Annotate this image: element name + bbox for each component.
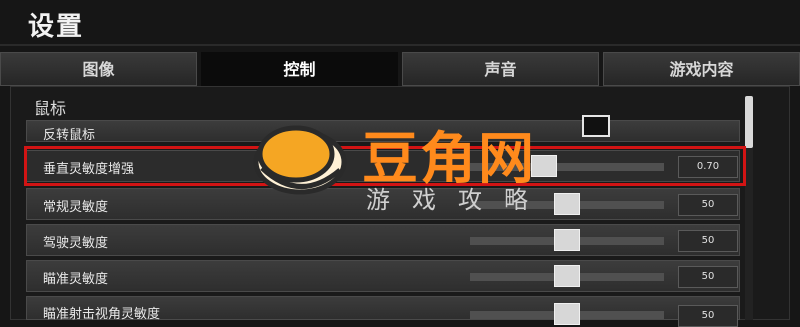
setting-row-ads-sensitivity[interactable]: 瞄准射击视角灵敏度 50 xyxy=(26,296,740,327)
tab-graphics[interactable]: 图像 xyxy=(0,52,197,86)
scrollbar-thumb[interactable] xyxy=(745,96,753,148)
slider-thumb[interactable] xyxy=(554,193,580,215)
tab-audio[interactable]: 声音 xyxy=(402,52,599,86)
tab-controls[interactable]: 控制 xyxy=(201,52,398,86)
setting-label: 瞄准射击视角灵敏度 xyxy=(43,307,161,322)
slider-thumb[interactable] xyxy=(554,265,580,287)
title-divider xyxy=(0,44,800,46)
section-title-mouse: 鼠标 xyxy=(34,99,67,118)
invert-mouse-checkbox[interactable] xyxy=(582,115,610,137)
setting-label: 瞄准灵敏度 xyxy=(43,272,109,287)
value-field[interactable]: 50 xyxy=(678,305,738,327)
slider-thumb[interactable] xyxy=(554,303,580,325)
setting-row-aim-sensitivity[interactable]: 瞄准灵敏度 50 xyxy=(26,260,740,292)
slider-thumb[interactable] xyxy=(554,229,580,251)
watermark-subtitle: 游戏攻略 xyxy=(366,186,550,214)
settings-title: 设置 xyxy=(28,12,85,42)
value-field[interactable]: 50 xyxy=(678,266,738,288)
setting-label: 驾驶灵敏度 xyxy=(43,236,109,251)
tab-bar: 图像 控制 声音 游戏内容 xyxy=(0,52,800,86)
tab-game-content[interactable]: 游戏内容 xyxy=(603,52,800,86)
setting-label: 常规灵敏度 xyxy=(43,200,109,215)
setting-row-driving-sensitivity[interactable]: 驾驶灵敏度 50 xyxy=(26,224,740,256)
value-field[interactable]: 50 xyxy=(678,230,738,252)
egg-tart-logo-icon xyxy=(253,125,347,195)
value-field[interactable]: 50 xyxy=(678,194,738,216)
setting-label: 反转鼠标 xyxy=(43,128,96,143)
